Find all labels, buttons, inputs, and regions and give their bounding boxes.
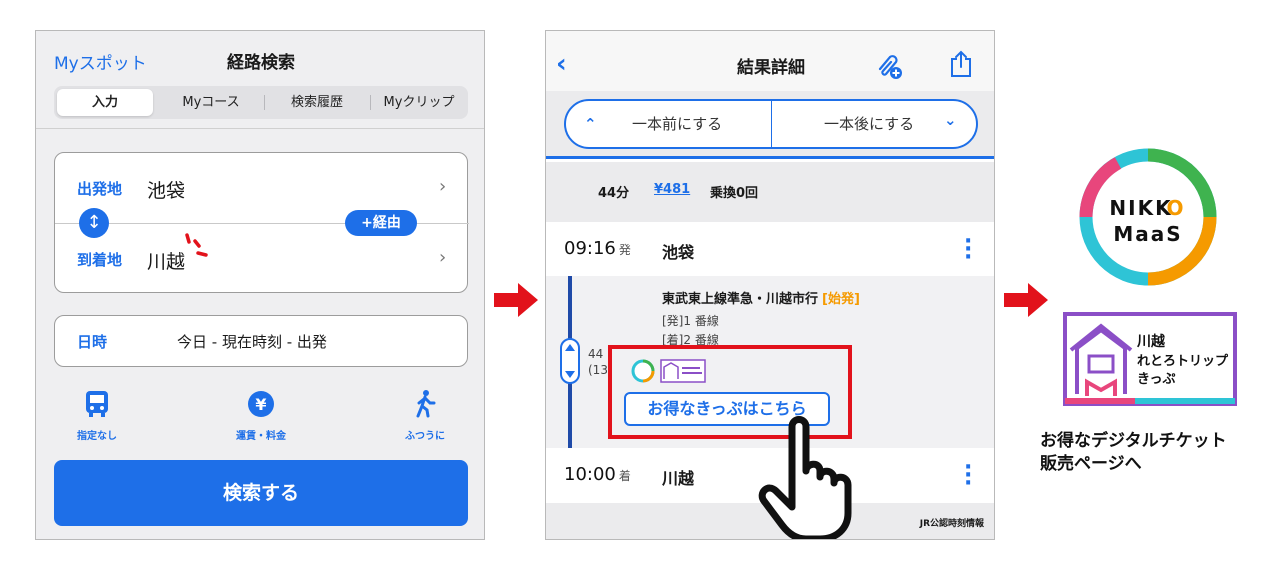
arrow-right-icon <box>494 283 538 317</box>
previous-train-button[interactable]: ⌃ 一本前にする <box>566 101 771 147</box>
arrival-field[interactable]: 川越 <box>147 247 185 274</box>
departure-time-value: 09:16 <box>564 238 616 259</box>
train-shift-control: ⌃ 一本前にする 一本後にする ⌄ <box>564 99 978 149</box>
caption-line1: お得なデジタルチケット <box>1040 431 1227 451</box>
arrival-time-value: 10:00 <box>564 464 616 485</box>
tab-my-course[interactable]: Myコース <box>161 89 261 116</box>
ride-minutes: 44 <box>588 347 604 361</box>
more-options-icon[interactable]: · · · <box>964 457 972 495</box>
option-label: ふつうに <box>405 431 445 442</box>
kawagoe-retro-trip-logo[interactable]: 川越 れとろトリップ きっぷ <box>1063 312 1237 406</box>
arrow-right-icon <box>1004 283 1048 317</box>
chevron-up-icon: ⌃ <box>584 115 597 133</box>
departure-suffix: 発 <box>618 243 631 257</box>
jr-timetable-credit: JR公認時刻情報 <box>919 519 984 529</box>
caption: お得なデジタルチケット 販売ページへ <box>1040 430 1280 476</box>
clip-add-icon[interactable] <box>874 51 904 81</box>
yen-icon: ¥ <box>248 391 274 417</box>
route-card: 出発地 池袋 › ↕ +経由 到着地 川越 › <box>54 152 469 293</box>
route-search-screen: Myスポット 経路検索 入力 Myコース 検索履歴 Myクリップ 出発地 池袋 … <box>35 30 485 540</box>
arrival-suffix: 着 <box>618 469 631 483</box>
fare-link[interactable]: ¥481 <box>654 182 690 197</box>
arrival-station: 川越 <box>662 469 695 488</box>
tab-divider <box>264 95 265 110</box>
train-line: 東武東上線準急・川越市行 [始発] <box>662 288 860 307</box>
page-title: 経路検索 <box>227 53 295 73</box>
chevron-right-icon[interactable]: › <box>439 247 446 268</box>
departure-time: 09:16 発 <box>564 238 631 259</box>
chevron-down-icon: ⌄ <box>944 111 957 129</box>
walker-icon <box>416 390 436 418</box>
add-via-button[interactable]: +経由 <box>345 210 417 236</box>
bus-icon <box>86 391 108 417</box>
option-label: 運賃・料金 <box>236 431 286 442</box>
arrival-time: 10:00 着 <box>564 464 631 485</box>
train-shift-bar: ⌃ 一本前にする 一本後にする ⌄ <box>546 91 994 159</box>
departure-platform: [発]1 番線 <box>662 314 719 328</box>
caption-line2: 販売ページへ <box>1040 454 1142 474</box>
datetime-value: 今日 - 現在時刻 - 出発 <box>177 333 327 351</box>
next-train-label: 一本後にする <box>824 115 915 133</box>
walk-speed-option[interactable]: ふつうに <box>380 389 470 442</box>
ticket-logo-line1: 川越 <box>1136 333 1166 350</box>
option-label: 指定なし <box>77 431 117 442</box>
input-mode-tabs: 入力 Myコース 検索履歴 Myクリップ <box>54 86 468 119</box>
search-button[interactable]: 検索する <box>54 460 468 526</box>
arrival-label: 到着地 <box>77 251 123 269</box>
nikko-maas-logo[interactable]: NIKK O MaaS <box>1078 147 1218 287</box>
emphasis-marks-icon <box>185 233 208 257</box>
tab-divider <box>370 95 371 110</box>
share-icon[interactable] <box>948 49 974 79</box>
pointing-hand-icon <box>758 416 852 539</box>
previous-train-label: 一本前にする <box>632 115 723 133</box>
tab-input[interactable]: 入力 <box>57 89 153 116</box>
page-title: 結果詳細 <box>737 58 805 78</box>
logo-text-line1: NIKK <box>1109 196 1172 220</box>
datetime-card[interactable]: 日時 今日 - 現在時刻 - 出発 <box>54 315 468 367</box>
logo-text-o: O <box>1166 196 1183 220</box>
route-summary: 44分 ¥481 乗換0回 <box>546 162 994 222</box>
stop-count: (13 <box>588 363 608 377</box>
transport-option[interactable]: 指定なし <box>52 389 142 442</box>
first-train-tag: [始発] <box>822 292 860 307</box>
chevron-right-icon[interactable]: › <box>439 176 446 197</box>
departure-field[interactable]: 池袋 <box>147 176 185 203</box>
duration: 44分 <box>598 186 630 201</box>
expand-stops-icon[interactable] <box>560 338 580 384</box>
ticket-logo-line2: れとろトリップ <box>1137 354 1229 369</box>
departure-label: 出発地 <box>77 180 123 198</box>
train-line-name: 東武東上線準急・川越市行 <box>662 292 819 307</box>
transfer-count: 乗換0回 <box>710 186 759 201</box>
datetime-label: 日時 <box>77 333 108 351</box>
result-detail-screen: ‹ 結果詳細 ⌃ 一本前にする 一本後にする ⌄ 44分 ¥481 乗換0回 0… <box>545 30 995 540</box>
departure-station: 池袋 <box>662 243 695 262</box>
swap-stations-button[interactable]: ↕ <box>79 208 109 238</box>
tab-my-clip[interactable]: Myクリップ <box>372 89 466 116</box>
svg-text:¥: ¥ <box>255 395 266 414</box>
tab-history[interactable]: 検索履歴 <box>267 89 367 116</box>
departure-row[interactable]: 09:16 発 池袋 · · · <box>546 222 994 278</box>
next-train-button[interactable]: 一本後にする ⌄ <box>771 101 976 147</box>
ticket-logo-line3: きっぷ <box>1137 372 1175 387</box>
logo-text-line2: MaaS <box>1113 222 1182 246</box>
fare-option[interactable]: ¥ 運賃・料金 <box>216 389 306 442</box>
more-options-icon[interactable]: · · · <box>964 231 972 269</box>
